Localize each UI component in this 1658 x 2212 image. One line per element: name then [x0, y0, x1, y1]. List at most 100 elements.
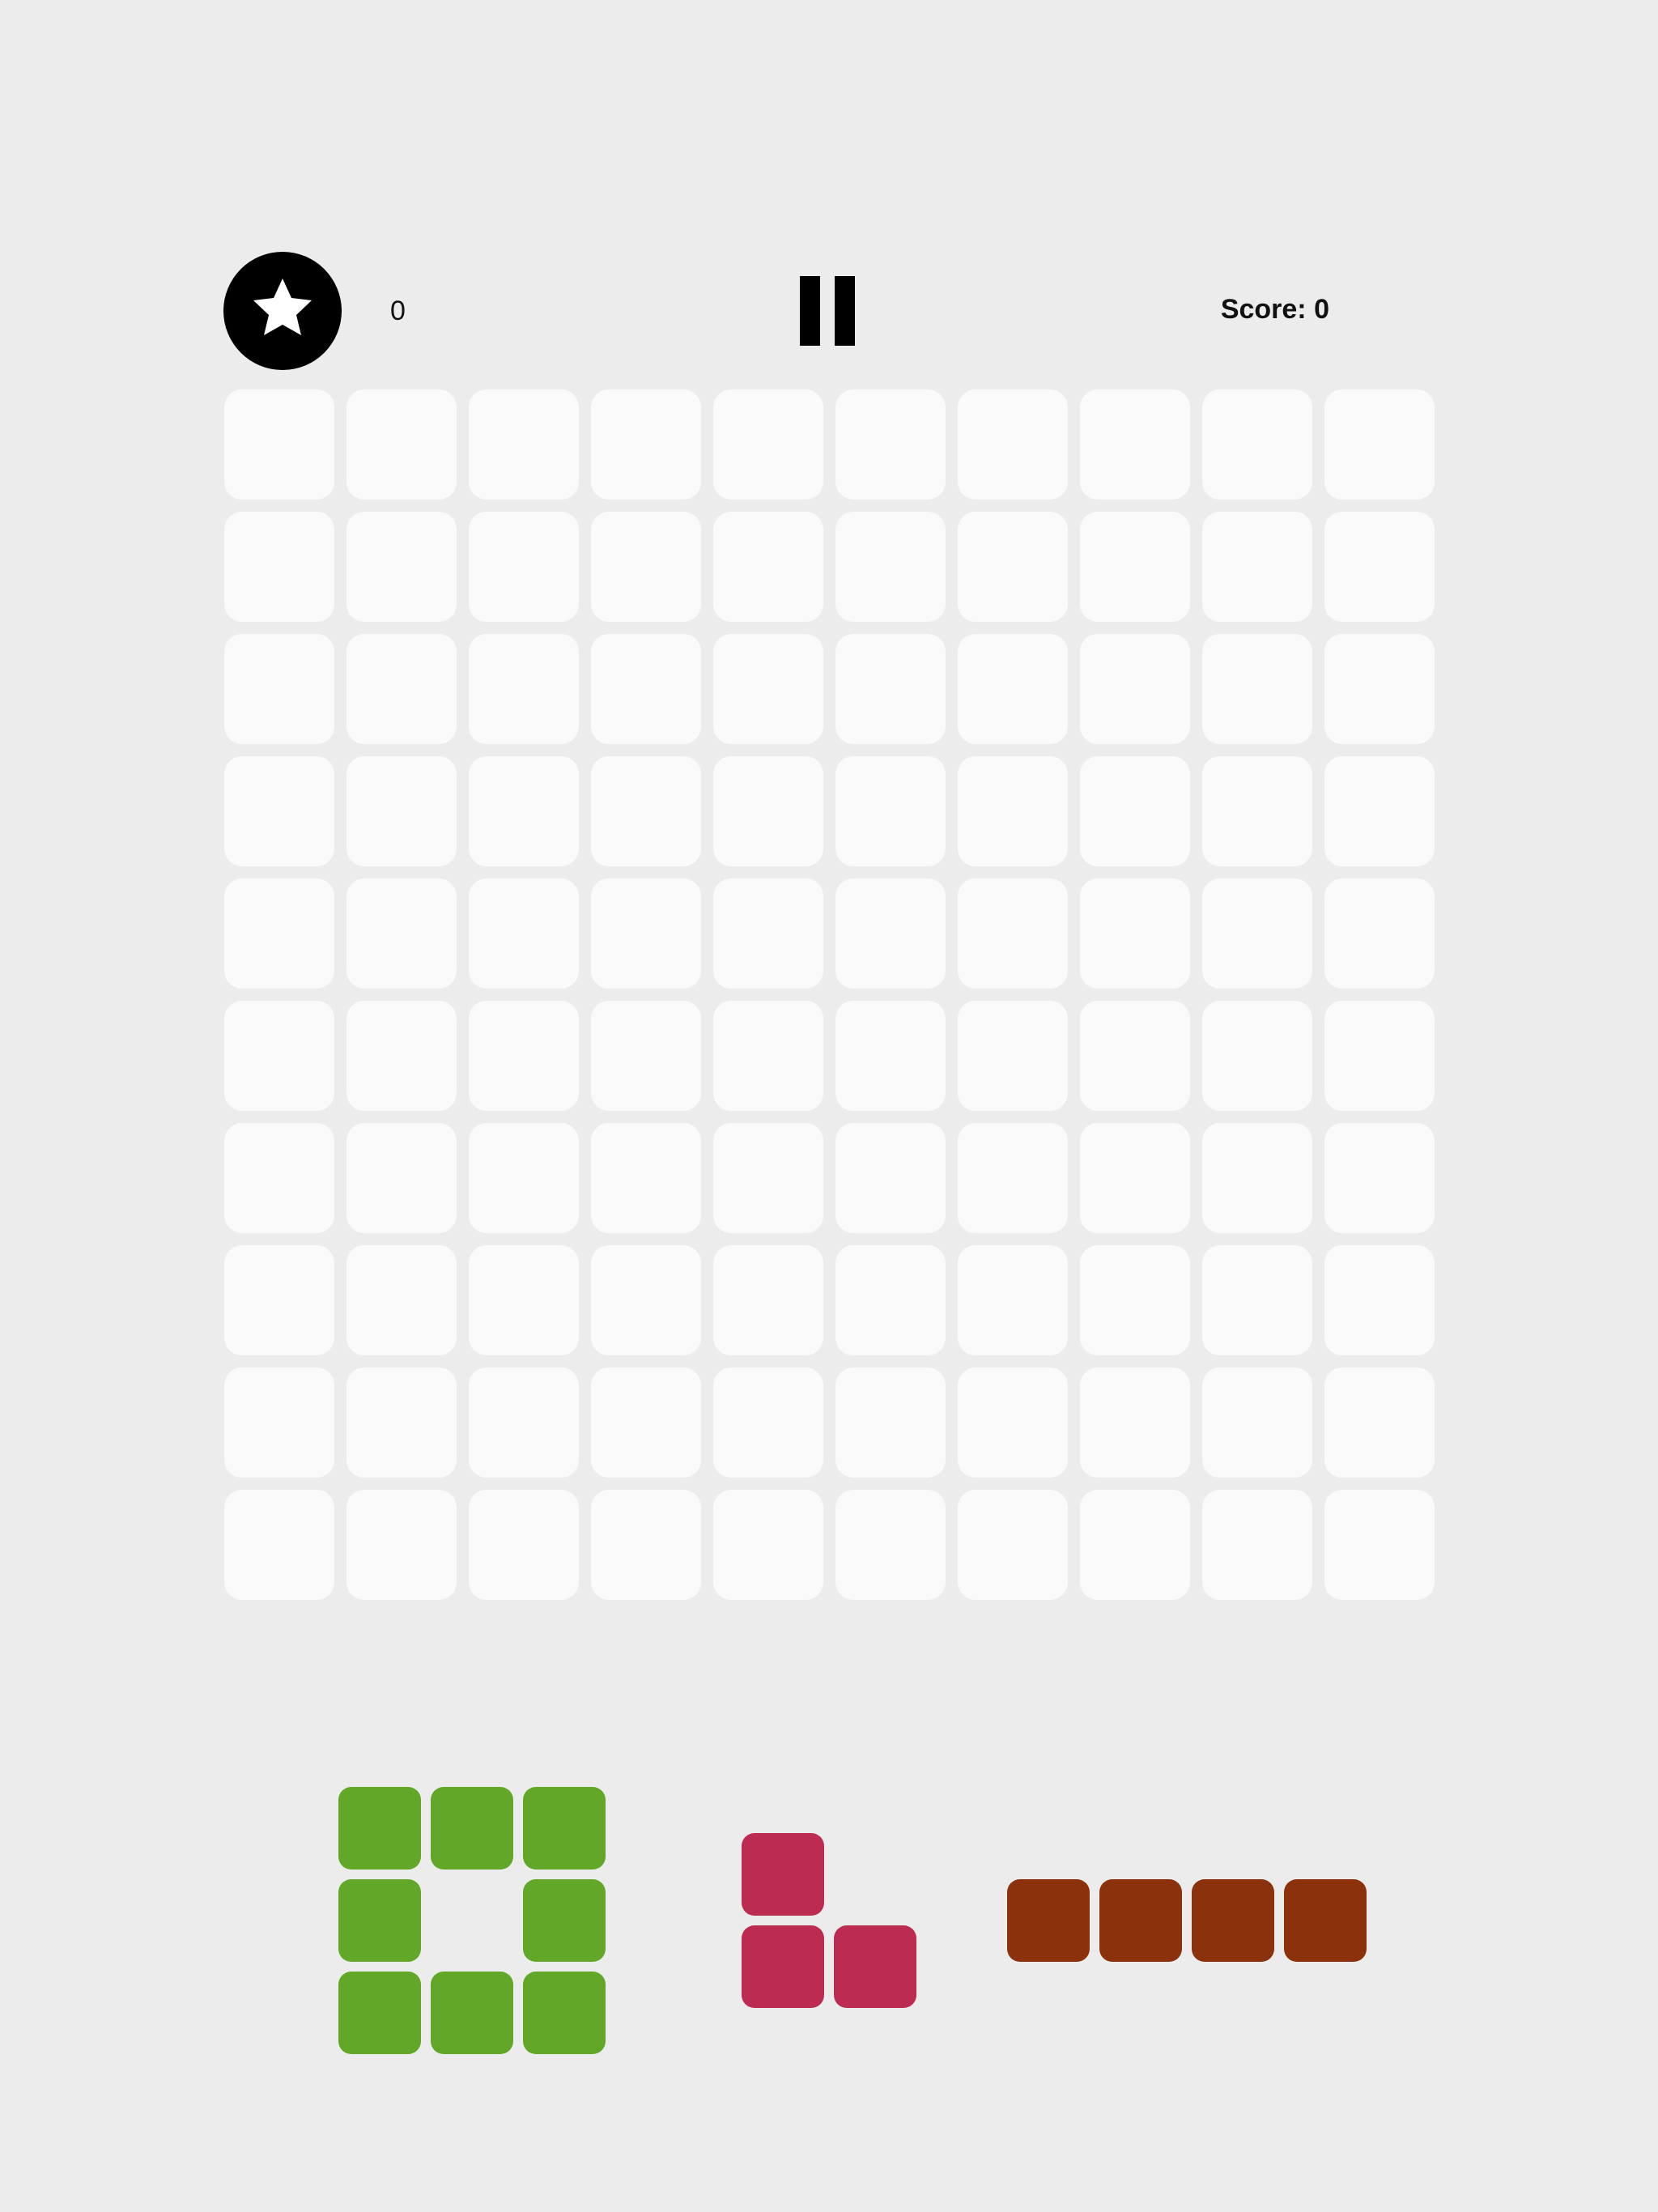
- board-cell[interactable]: [958, 1123, 1068, 1233]
- board-cell[interactable]: [346, 756, 457, 866]
- board-cell[interactable]: [346, 1245, 457, 1355]
- board-cell[interactable]: [469, 1490, 579, 1600]
- board-cell[interactable]: [1080, 1245, 1190, 1355]
- board-cell[interactable]: [224, 878, 334, 989]
- board-cell[interactable]: [1080, 1490, 1190, 1600]
- board-cell[interactable]: [1202, 1245, 1312, 1355]
- board-cell[interactable]: [713, 878, 823, 989]
- board-cell[interactable]: [591, 878, 701, 989]
- board-cell[interactable]: [469, 512, 579, 622]
- star-button[interactable]: [223, 252, 342, 370]
- board-cell[interactable]: [591, 1490, 701, 1600]
- board-cell[interactable]: [346, 512, 457, 622]
- board-cell[interactable]: [469, 878, 579, 989]
- board-cell[interactable]: [958, 1245, 1068, 1355]
- board-cell[interactable]: [835, 1123, 946, 1233]
- board-cell[interactable]: [1080, 512, 1190, 622]
- board-cell[interactable]: [1080, 1368, 1190, 1478]
- board-cell[interactable]: [1080, 634, 1190, 744]
- board-cell[interactable]: [835, 1368, 946, 1478]
- board-cell[interactable]: [1202, 756, 1312, 866]
- board-cell[interactable]: [1080, 756, 1190, 866]
- board-cell[interactable]: [224, 389, 334, 500]
- board-cell[interactable]: [1324, 389, 1435, 500]
- board-cell[interactable]: [224, 756, 334, 866]
- board-cell[interactable]: [835, 512, 946, 622]
- game-board[interactable]: [224, 389, 1435, 1600]
- board-cell[interactable]: [469, 1001, 579, 1111]
- board-cell[interactable]: [958, 1368, 1068, 1478]
- board-cell[interactable]: [958, 1490, 1068, 1600]
- board-cell[interactable]: [224, 1245, 334, 1355]
- board-cell[interactable]: [1324, 1245, 1435, 1355]
- board-cell[interactable]: [835, 389, 946, 500]
- board-cell[interactable]: [591, 1001, 701, 1111]
- board-cell[interactable]: [958, 878, 1068, 989]
- board-cell[interactable]: [958, 1001, 1068, 1111]
- board-cell[interactable]: [713, 389, 823, 500]
- board-cell[interactable]: [346, 389, 457, 500]
- board-cell[interactable]: [469, 1123, 579, 1233]
- board-cell[interactable]: [1324, 1490, 1435, 1600]
- board-cell[interactable]: [224, 634, 334, 744]
- board-cell[interactable]: [1202, 1123, 1312, 1233]
- board-cell[interactable]: [1080, 389, 1190, 500]
- board-cell[interactable]: [958, 756, 1068, 866]
- board-cell[interactable]: [1080, 1001, 1190, 1111]
- board-cell[interactable]: [1324, 1001, 1435, 1111]
- board-cell[interactable]: [469, 1245, 579, 1355]
- board-cell[interactable]: [958, 634, 1068, 744]
- board-cell[interactable]: [346, 1001, 457, 1111]
- board-cell[interactable]: [469, 389, 579, 500]
- board-cell[interactable]: [1080, 1123, 1190, 1233]
- board-cell[interactable]: [1202, 878, 1312, 989]
- board-cell[interactable]: [713, 634, 823, 744]
- board-cell[interactable]: [713, 1001, 823, 1111]
- board-cell[interactable]: [591, 1123, 701, 1233]
- board-cell[interactable]: [713, 756, 823, 866]
- board-cell[interactable]: [835, 1490, 946, 1600]
- board-cell[interactable]: [713, 1368, 823, 1478]
- board-cell[interactable]: [713, 1490, 823, 1600]
- brown-bar-piece[interactable]: [1007, 1879, 1367, 1962]
- board-cell[interactable]: [1202, 389, 1312, 500]
- board-cell[interactable]: [835, 756, 946, 866]
- board-cell[interactable]: [346, 1490, 457, 1600]
- board-cell[interactable]: [713, 1245, 823, 1355]
- board-cell[interactable]: [1324, 1123, 1435, 1233]
- pause-button[interactable]: [800, 276, 855, 346]
- board-cell[interactable]: [1080, 878, 1190, 989]
- board-cell[interactable]: [835, 1245, 946, 1355]
- board-cell[interactable]: [1202, 1368, 1312, 1478]
- board-cell[interactable]: [1202, 512, 1312, 622]
- board-cell[interactable]: [591, 634, 701, 744]
- board-cell[interactable]: [591, 389, 701, 500]
- board-cell[interactable]: [1324, 878, 1435, 989]
- board-cell[interactable]: [591, 512, 701, 622]
- board-cell[interactable]: [1324, 512, 1435, 622]
- board-cell[interactable]: [713, 512, 823, 622]
- board-cell[interactable]: [591, 756, 701, 866]
- board-cell[interactable]: [835, 634, 946, 744]
- board-cell[interactable]: [591, 1368, 701, 1478]
- board-cell[interactable]: [469, 756, 579, 866]
- board-cell[interactable]: [591, 1245, 701, 1355]
- board-cell[interactable]: [1324, 634, 1435, 744]
- board-cell[interactable]: [958, 389, 1068, 500]
- board-cell[interactable]: [835, 1001, 946, 1111]
- board-cell[interactable]: [835, 878, 946, 989]
- board-cell[interactable]: [1202, 634, 1312, 744]
- board-cell[interactable]: [346, 878, 457, 989]
- board-cell[interactable]: [1202, 1001, 1312, 1111]
- board-cell[interactable]: [346, 1368, 457, 1478]
- board-cell[interactable]: [224, 512, 334, 622]
- board-cell[interactable]: [1202, 1490, 1312, 1600]
- board-cell[interactable]: [224, 1368, 334, 1478]
- board-cell[interactable]: [224, 1001, 334, 1111]
- board-cell[interactable]: [1324, 756, 1435, 866]
- board-cell[interactable]: [346, 1123, 457, 1233]
- board-cell[interactable]: [224, 1490, 334, 1600]
- board-cell[interactable]: [469, 1368, 579, 1478]
- board-cell[interactable]: [346, 634, 457, 744]
- board-cell[interactable]: [1324, 1368, 1435, 1478]
